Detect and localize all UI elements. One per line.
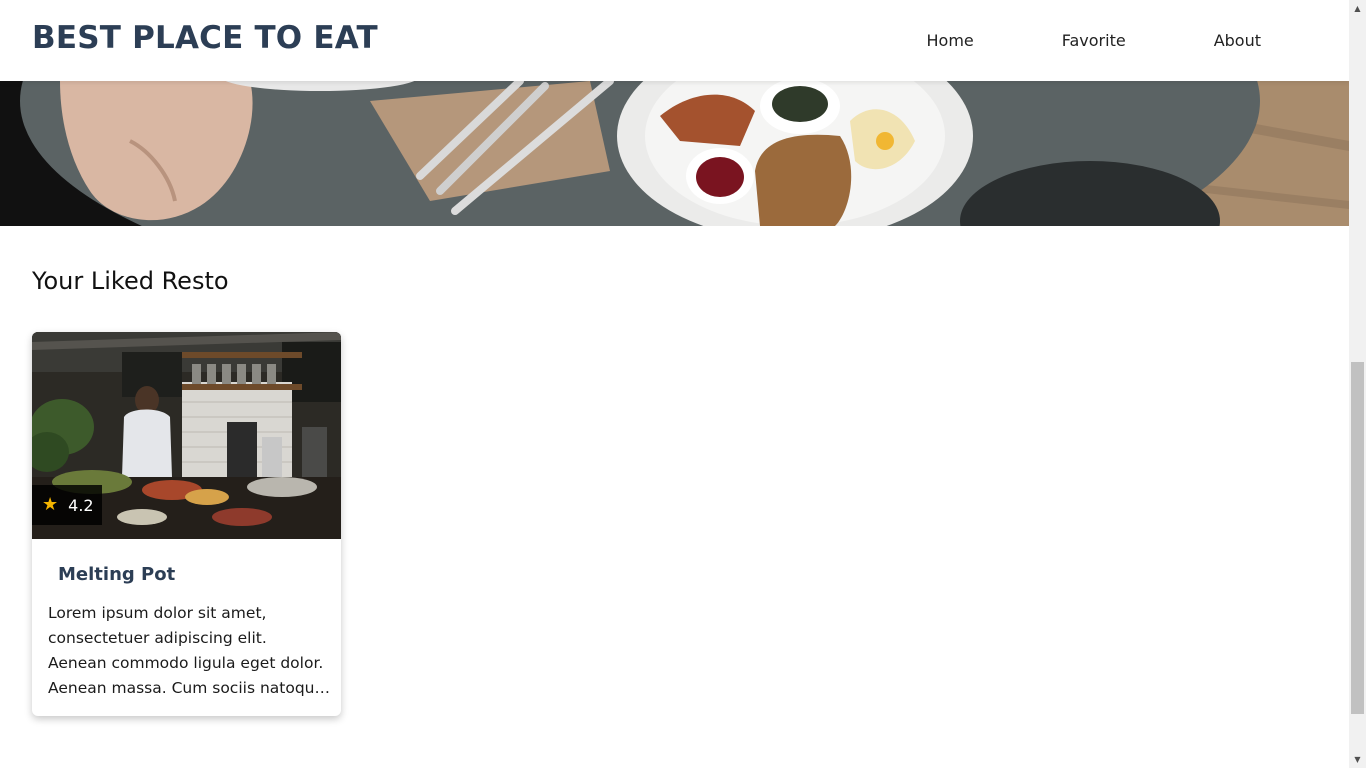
restaurant-image[interactable]: ★ 4.2 [32, 332, 341, 539]
hero-photo [0, 81, 1349, 226]
hero-image [0, 81, 1349, 226]
vertical-scrollbar[interactable]: ▲ ▼ [1349, 0, 1366, 768]
page: BEST PLACE TO EAT Home Favorite About Yo… [0, 0, 1349, 768]
arrow-up-icon[interactable]: ▲ [1349, 0, 1366, 17]
star-icon: ★ [42, 494, 59, 515]
rating-value: 4.2 [68, 495, 94, 515]
restaurant-description: Lorem ipsum dolor sit amet, consectetuer… [48, 604, 325, 697]
section-title: Your Liked Resto [32, 267, 229, 295]
arrow-down-icon[interactable]: ▼ [1349, 751, 1366, 768]
scrollbar-thumb[interactable] [1351, 362, 1364, 714]
nav-about-link[interactable]: About [1170, 31, 1349, 50]
restaurant-name[interactable]: Melting Pot [58, 564, 175, 585]
restaurant-card[interactable]: ★ 4.2 Melting Pot Lorem ipsum dolor sit … [32, 332, 341, 716]
nav-home-link[interactable]: Home [883, 31, 1018, 50]
main-nav: Home Favorite About [883, 0, 1350, 81]
nav-favorite-link[interactable]: Favorite [1018, 31, 1170, 50]
brand-logo[interactable]: BEST PLACE TO EAT [32, 20, 378, 56]
app-bar: BEST PLACE TO EAT Home Favorite About [0, 0, 1349, 81]
rating-badge: ★ 4.2 [32, 485, 102, 525]
